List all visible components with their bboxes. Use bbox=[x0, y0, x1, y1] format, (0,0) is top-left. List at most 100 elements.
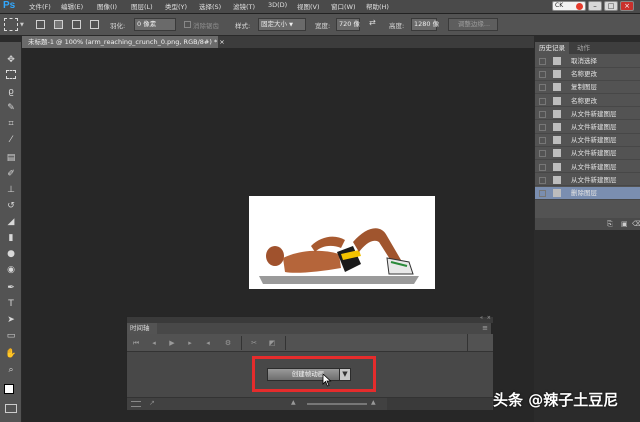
feather-input[interactable]: 0 像素 bbox=[134, 18, 176, 31]
timeline-scrollbar[interactable] bbox=[387, 398, 492, 410]
history-item[interactable]: 从文件新建图层 bbox=[535, 161, 640, 174]
history-source-checkbox[interactable] bbox=[539, 163, 546, 171]
history-item[interactable]: 名称更改 bbox=[535, 68, 640, 81]
quick-select-tool-icon[interactable]: ✎ bbox=[5, 102, 17, 114]
panel-menu-icon[interactable]: ≡ bbox=[482, 324, 488, 332]
divider bbox=[467, 334, 468, 352]
zoom-tool-icon[interactable]: ⌕ bbox=[5, 364, 17, 376]
menu-layer[interactable]: 图层(L) bbox=[131, 1, 153, 11]
gradient-tool-icon[interactable]: ▮ bbox=[5, 232, 17, 244]
antialias-checkbox[interactable] bbox=[184, 21, 191, 28]
pen-tool-icon[interactable]: ✒ bbox=[5, 282, 17, 294]
height-input[interactable]: 1280 像 bbox=[411, 18, 439, 31]
foreground-color-swatch[interactable] bbox=[4, 384, 14, 394]
rectangle-tool-icon[interactable]: ▭ bbox=[5, 330, 17, 342]
menu-help[interactable]: 帮助(H) bbox=[366, 1, 389, 11]
blur-tool-icon[interactable]: ● bbox=[5, 248, 17, 260]
menu-edit[interactable]: 编辑(E) bbox=[61, 1, 83, 11]
history-source-checkbox[interactable] bbox=[539, 190, 546, 197]
menu-3d[interactable]: 3D(D) bbox=[268, 1, 287, 9]
history-source-checkbox[interactable] bbox=[539, 150, 546, 158]
history-item[interactable]: 从文件新建图层 bbox=[535, 174, 640, 187]
settings-gear-icon[interactable]: ⚙ bbox=[223, 338, 233, 348]
menu-type[interactable]: 类型(Y) bbox=[165, 1, 187, 11]
collapse-panel-icon[interactable]: « bbox=[480, 315, 483, 321]
ck-input-indicator[interactable]: CK bbox=[552, 1, 586, 11]
close-panel-icon[interactable]: × bbox=[487, 315, 491, 321]
history-item[interactable]: 名称更改 bbox=[535, 95, 640, 108]
history-item[interactable]: 删除图层 bbox=[535, 187, 640, 200]
dodge-tool-icon[interactable]: ◉ bbox=[5, 264, 17, 276]
menu-view[interactable]: 视图(V) bbox=[297, 1, 320, 11]
marquee-tool-icon[interactable] bbox=[6, 70, 16, 79]
previous-frame-icon[interactable]: ◂ bbox=[149, 338, 159, 348]
history-item[interactable]: 从文件新建图层 bbox=[535, 147, 640, 160]
history-source-checkbox[interactable] bbox=[539, 97, 546, 105]
crop-tool-icon[interactable]: ⌗ bbox=[5, 118, 17, 130]
maximize-button[interactable]: □ bbox=[604, 1, 618, 11]
frames-icon[interactable] bbox=[131, 401, 141, 407]
new-document-from-state-icon[interactable]: ⎘ bbox=[607, 220, 613, 229]
zoom-in-icon[interactable]: ▲ bbox=[371, 399, 376, 406]
zoom-out-icon[interactable]: ▲ bbox=[291, 399, 296, 406]
menu-window[interactable]: 窗口(W) bbox=[331, 1, 356, 11]
history-source-checkbox[interactable] bbox=[539, 58, 546, 65]
split-scissors-icon[interactable]: ✂ bbox=[249, 338, 259, 348]
clone-stamp-tool-icon[interactable]: ⊥ bbox=[5, 184, 17, 196]
history-item[interactable]: 取消选择 bbox=[535, 55, 640, 68]
trash-icon[interactable]: ⌫ bbox=[632, 220, 640, 228]
history-item[interactable]: 从文件新建图层 bbox=[535, 134, 640, 147]
tab-actions[interactable]: 动作 bbox=[573, 42, 594, 54]
minimize-button[interactable]: – bbox=[588, 1, 602, 11]
document-tab[interactable]: 未标题-1 @ 100% (arm_reaching_crunch_0.png,… bbox=[22, 36, 225, 48]
history-source-checkbox[interactable] bbox=[539, 71, 546, 79]
history-source-checkbox[interactable] bbox=[539, 137, 546, 145]
lasso-tool-icon[interactable]: ϱ bbox=[5, 86, 17, 98]
first-frame-icon[interactable]: ⏮ bbox=[131, 338, 141, 348]
play-icon[interactable]: ▶ bbox=[167, 338, 177, 348]
history-source-checkbox[interactable] bbox=[539, 176, 546, 184]
history-source-checkbox[interactable] bbox=[539, 110, 546, 118]
add-to-selection-icon[interactable] bbox=[54, 20, 63, 29]
audio-icon[interactable]: ◂ bbox=[203, 338, 213, 348]
new-selection-icon[interactable] bbox=[36, 20, 45, 29]
history-brush-tool-icon[interactable]: ↺ bbox=[5, 200, 17, 212]
eyedropper-tool-icon[interactable]: ⁄ bbox=[5, 134, 17, 146]
menu-filter[interactable]: 滤镜(T) bbox=[233, 1, 255, 11]
move-tool-icon[interactable]: ✥ bbox=[5, 54, 17, 66]
transition-icon[interactable]: ◩ bbox=[267, 338, 277, 348]
tab-timeline[interactable]: 时间轴 bbox=[127, 323, 157, 334]
history-source-checkbox[interactable] bbox=[539, 124, 546, 131]
menu-select[interactable]: 选择(S) bbox=[199, 1, 221, 11]
subtract-selection-icon[interactable] bbox=[72, 20, 81, 29]
convert-icon[interactable]: ↗ bbox=[149, 399, 155, 407]
history-source-checkbox[interactable] bbox=[539, 84, 546, 92]
quick-mask-icon[interactable] bbox=[5, 404, 17, 413]
hand-tool-icon[interactable]: ✋ bbox=[5, 348, 17, 360]
type-tool-icon[interactable]: T bbox=[5, 298, 17, 310]
swap-dimensions-icon[interactable]: ⇄ bbox=[369, 18, 376, 27]
menu-file[interactable]: 文件(F) bbox=[29, 1, 51, 11]
history-item[interactable]: 复制图层 bbox=[535, 81, 640, 94]
close-tab-icon[interactable]: × bbox=[219, 38, 224, 46]
zoom-slider[interactable] bbox=[307, 403, 367, 405]
path-selection-tool-icon[interactable]: ➤ bbox=[5, 314, 17, 326]
style-select[interactable]: 固定大小 ▼ bbox=[258, 18, 306, 31]
history-item[interactable]: 从文件新建图层 bbox=[535, 108, 640, 121]
width-input[interactable]: 720 像 bbox=[336, 18, 360, 31]
next-frame-icon[interactable]: ▸ bbox=[185, 338, 195, 348]
intersect-selection-icon[interactable] bbox=[90, 20, 99, 29]
close-window-button[interactable]: × bbox=[620, 1, 634, 11]
tab-history[interactable]: 历史记录 bbox=[535, 42, 569, 54]
history-item[interactable]: 从文件新建图层 bbox=[535, 121, 640, 134]
marquee-tool-preset-icon[interactable] bbox=[4, 18, 18, 31]
refine-edge-button[interactable]: 调整边缘... bbox=[448, 18, 498, 31]
camera-snapshot-icon[interactable]: ▣ bbox=[621, 220, 628, 228]
eraser-tool-icon[interactable]: ◢ bbox=[5, 216, 17, 228]
chevron-down-icon[interactable]: ▼ bbox=[20, 22, 24, 28]
brush-tool-icon[interactable]: ✐ bbox=[5, 168, 17, 180]
menu-image[interactable]: 图像(I) bbox=[97, 1, 117, 11]
ime-logo-icon bbox=[576, 3, 583, 10]
figure-head bbox=[266, 246, 284, 266]
healing-brush-tool-icon[interactable]: ▤ bbox=[5, 152, 17, 164]
